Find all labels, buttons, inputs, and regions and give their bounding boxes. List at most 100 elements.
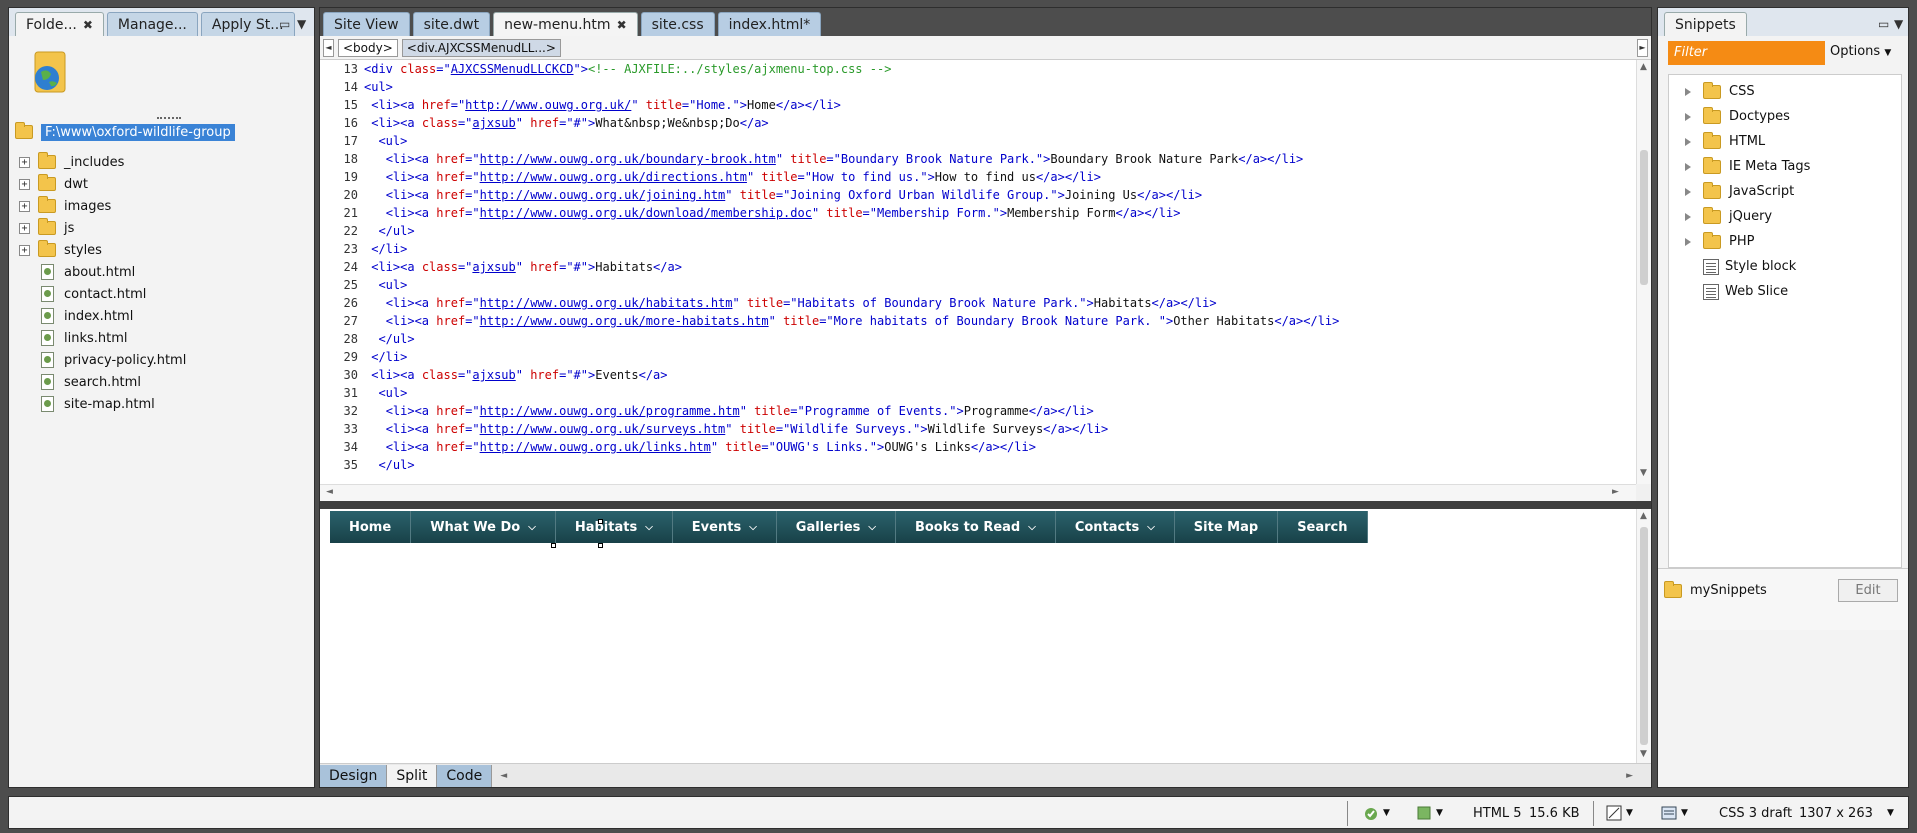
snippet-folder[interactable]: JavaScript bbox=[1669, 179, 1901, 204]
chevron-down-icon[interactable]: ▼ bbox=[1681, 808, 1688, 818]
pin-icon[interactable]: ▭ bbox=[279, 17, 290, 31]
code-line[interactable]: 13 <div class =" AJXCSSMenudLLCKCD "> <!-- AJ… bbox=[320, 60, 1636, 78]
tree-item-styles[interactable]: + styles bbox=[9, 239, 314, 261]
snippet-folder[interactable]: PHP bbox=[1669, 229, 1901, 254]
code-horizontal-scrollbar[interactable]: ◄ ► bbox=[320, 484, 1636, 501]
expand-arrow-icon[interactable] bbox=[1685, 137, 1691, 146]
code-view[interactable]: 13 <div class =" AJXCSSMenudLLCKCD "> <!-- AJ… bbox=[320, 60, 1636, 484]
breadcrumb-body[interactable]: <body> bbox=[338, 38, 398, 57]
nav-menu-item[interactable]: Books to Read ⌵ bbox=[895, 511, 1056, 543]
scroll-down-arrow[interactable]: ▼ bbox=[1640, 468, 1647, 478]
split-view-button[interactable]: Split bbox=[387, 764, 438, 787]
expand-icon[interactable]: + bbox=[19, 222, 30, 234]
design-view-button[interactable]: Design bbox=[320, 764, 388, 787]
code-line[interactable]: 25 <ul> bbox=[320, 276, 1636, 294]
code-line[interactable]: 14 <ul> bbox=[320, 78, 1636, 96]
scroll-left-arrow[interactable]: ◄ bbox=[326, 487, 333, 497]
code-line[interactable]: 27 <li><a href =" http://www.ouwg.org.uk/m… bbox=[320, 312, 1636, 330]
tree-item-about[interactable]: about.html bbox=[9, 261, 314, 283]
snippet-filter-input[interactable]: Filter bbox=[1668, 41, 1825, 65]
expand-arrow-icon[interactable] bbox=[1685, 237, 1691, 246]
code-line[interactable]: 26 <li><a href =" http://www.ouwg.org.uk/h… bbox=[320, 294, 1636, 312]
code-line[interactable]: 24 <li><a class =" ajxsub " href ="#" > Habita… bbox=[320, 258, 1636, 276]
tab-snippets[interactable]: Snippets bbox=[1664, 12, 1747, 36]
tree-item-site-map[interactable]: site-map.html bbox=[9, 393, 314, 415]
tree-item-js[interactable]: + js bbox=[9, 217, 314, 239]
chevron-down-icon[interactable]: ▼ bbox=[1436, 808, 1443, 818]
doctype-indicator[interactable]: HTML 5 bbox=[1473, 806, 1522, 821]
tree-item-contact[interactable]: contact.html bbox=[9, 283, 314, 305]
tab-site-css[interactable]: site.css bbox=[640, 12, 715, 36]
breadcrumb-right-arrow[interactable]: ► bbox=[1637, 38, 1648, 57]
tree-item-index[interactable]: index.html bbox=[9, 305, 314, 327]
expand-arrow-icon[interactable] bbox=[1685, 187, 1691, 196]
code-line[interactable]: 28 </ul> bbox=[320, 330, 1636, 348]
expand-icon[interactable]: + bbox=[19, 244, 30, 256]
expand-icon[interactable]: + bbox=[19, 200, 30, 212]
nav-menu-item[interactable]: Habitats ⌵ bbox=[555, 511, 673, 543]
tree-root[interactable]: F:\www\oxford-wildlife-group bbox=[15, 121, 315, 143]
expand-arrow-icon[interactable] bbox=[1685, 112, 1691, 121]
chevron-down-icon[interactable]: ▼ bbox=[297, 17, 306, 31]
selection-handle[interactable] bbox=[598, 519, 603, 524]
selection-handle[interactable] bbox=[551, 543, 556, 548]
code-line[interactable]: 32 <li><a href =" http://www.ouwg.org.uk/p… bbox=[320, 402, 1636, 420]
nav-menu-item[interactable]: What We Do ⌵ bbox=[411, 511, 556, 543]
nav-menu-item[interactable]: Contacts ⌵ bbox=[1055, 511, 1175, 543]
snippet-folder[interactable]: jQuery bbox=[1669, 204, 1901, 229]
css-mode[interactable]: CSS 3 draft bbox=[1719, 806, 1792, 821]
scroll-right-arrow[interactable]: ► bbox=[1626, 771, 1633, 781]
tab-new-menu[interactable]: new-menu.htm ✖ bbox=[493, 12, 638, 36]
snippet-folder[interactable]: Doctypes bbox=[1669, 104, 1901, 129]
expand-arrow-icon[interactable] bbox=[1685, 212, 1691, 221]
expand-icon[interactable]: + bbox=[19, 156, 30, 168]
scroll-up-arrow[interactable]: ▲ bbox=[1640, 511, 1647, 521]
nav-menu-item[interactable]: Events ⌵ bbox=[672, 511, 777, 543]
check-page-icon[interactable] bbox=[1363, 805, 1379, 821]
code-line[interactable]: 31 <ul> bbox=[320, 384, 1636, 402]
code-line[interactable]: 18 <li><a href =" http://www.ouwg.org.uk/b… bbox=[320, 150, 1636, 168]
breadcrumb-left-arrow[interactable]: ◄ bbox=[323, 38, 334, 57]
code-line[interactable]: 35 </ul> bbox=[320, 456, 1636, 474]
selection-handle[interactable] bbox=[598, 543, 603, 548]
tree-item-links[interactable]: links.html bbox=[9, 327, 314, 349]
tab-index-html[interactable]: index.html* bbox=[717, 12, 822, 36]
code-vertical-scrollbar[interactable]: ▲ ▼ bbox=[1636, 60, 1651, 484]
css-schema-icon[interactable] bbox=[1661, 805, 1677, 821]
code-line[interactable]: 22 </ul> bbox=[320, 222, 1636, 240]
code-line[interactable]: 33 <li><a href =" http://www.ouwg.org.uk/s… bbox=[320, 420, 1636, 438]
style-application-icon[interactable] bbox=[1606, 805, 1622, 821]
tab-folders[interactable]: Folde... ✖ bbox=[15, 12, 104, 36]
code-line[interactable]: 16 <li><a class =" ajxsub " href ="#" > What&n… bbox=[320, 114, 1636, 132]
scrollbar-thumb[interactable] bbox=[1640, 527, 1648, 745]
tree-item-privacy-policy[interactable]: privacy-policy.html bbox=[9, 349, 314, 371]
my-snippets-folder[interactable]: mySnippets bbox=[1664, 580, 1767, 598]
breadcrumb-div[interactable]: <div.AJXCSSMenudLL...> bbox=[401, 38, 561, 57]
scroll-right-arrow[interactable]: ► bbox=[1612, 487, 1619, 497]
tab-manage[interactable]: Manage... bbox=[106, 12, 198, 36]
code-line[interactable]: 19 <li><a href =" http://www.ouwg.org.uk/d… bbox=[320, 168, 1636, 186]
design-vertical-scrollbar[interactable]: ▲ ▼ bbox=[1636, 509, 1651, 765]
scrollbar-thumb[interactable] bbox=[1640, 150, 1648, 285]
tab-site-view[interactable]: Site View bbox=[323, 12, 410, 36]
chevron-down-icon[interactable]: ▼ bbox=[1894, 17, 1903, 31]
snippet-folder[interactable]: HTML bbox=[1669, 129, 1901, 154]
tab-site-dwt[interactable]: site.dwt bbox=[412, 12, 491, 36]
snippet-item[interactable]: Style block bbox=[1669, 254, 1901, 279]
validate-icon[interactable] bbox=[1416, 805, 1432, 821]
close-icon[interactable]: ✖ bbox=[83, 18, 93, 32]
tree-item-images[interactable]: + images bbox=[9, 195, 314, 217]
split-divider[interactable] bbox=[320, 501, 1651, 509]
expand-icon[interactable]: + bbox=[19, 178, 30, 190]
tree-item-dwt[interactable]: + dwt bbox=[9, 173, 314, 195]
nav-menu-item[interactable]: Galleries ⌵ bbox=[776, 511, 896, 543]
code-line[interactable]: 21 <li><a href =" http://www.ouwg.org.uk/d… bbox=[320, 204, 1636, 222]
tree-item-includes[interactable]: + _includes bbox=[9, 151, 314, 173]
code-line[interactable]: 29 </li> bbox=[320, 348, 1636, 366]
edit-snippet-button[interactable]: Edit bbox=[1838, 579, 1898, 602]
scroll-up-arrow[interactable]: ▲ bbox=[1640, 62, 1647, 72]
chevron-down-icon[interactable]: ▼ bbox=[1626, 808, 1633, 818]
nav-menu-item[interactable]: Search bbox=[1278, 511, 1368, 543]
expand-arrow-icon[interactable] bbox=[1685, 87, 1691, 96]
snippet-folder[interactable]: CSS bbox=[1669, 79, 1901, 104]
